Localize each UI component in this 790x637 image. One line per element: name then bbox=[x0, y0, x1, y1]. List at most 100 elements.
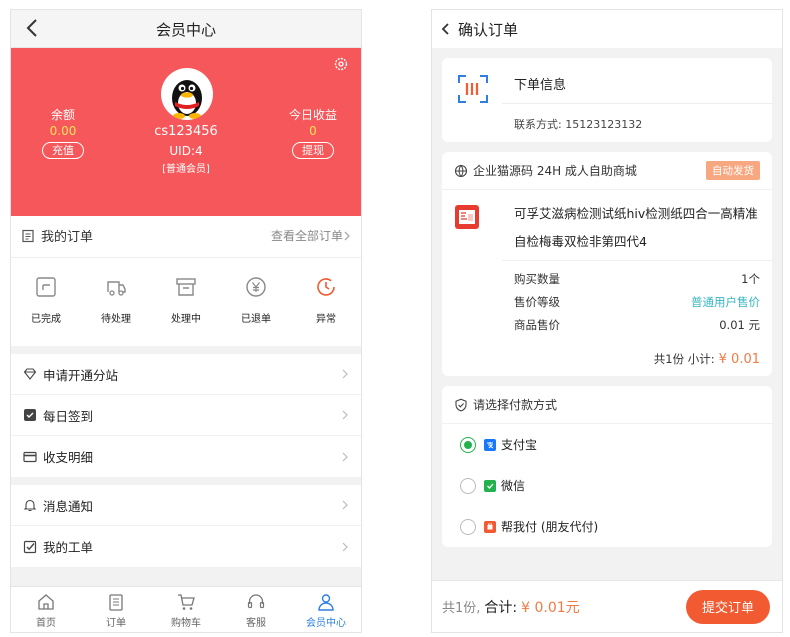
wechat-icon bbox=[484, 479, 496, 492]
home-icon bbox=[38, 594, 54, 610]
chevron-right-icon bbox=[342, 542, 348, 551]
menu-item-transactions[interactable]: 收支明细 bbox=[11, 436, 361, 477]
shop-name: 企业猫源码 24H 成人自助商城 bbox=[473, 164, 637, 178]
shop-header: 企业猫源码 24H 成人自助商城 自动发货 bbox=[442, 152, 772, 190]
payment-option-friend-pay[interactable]: 帮我付 (朋友代付) bbox=[442, 506, 772, 547]
bell-icon bbox=[23, 499, 37, 512]
cart-icon bbox=[178, 594, 195, 610]
orders-title: 我的订单 bbox=[41, 230, 94, 245]
product-name: 可孚艾滋病检测试纸hiv检测纸四合一高精准自检梅毒双检非第四代4 bbox=[514, 206, 758, 249]
friend-pay-icon bbox=[484, 520, 496, 533]
orders-icon bbox=[22, 229, 34, 242]
tab-label: 会员中心 bbox=[306, 618, 346, 629]
menu-item-my-tickets[interactable]: 我的工单 bbox=[11, 526, 361, 567]
radio-unselected[interactable] bbox=[460, 518, 476, 535]
avatar[interactable] bbox=[161, 68, 213, 120]
total-amount: ¥ 0.01元 bbox=[521, 599, 580, 616]
product-item[interactable]: 可孚艾滋病检测试纸hiv检测纸四合一高精准自检梅毒双检非第四代4 bbox=[442, 190, 772, 260]
view-all-orders-link[interactable]: 查看全部订单 bbox=[271, 227, 351, 244]
box-icon bbox=[176, 278, 196, 296]
penguin-avatar-icon bbox=[172, 80, 202, 119]
divider bbox=[502, 103, 772, 104]
detail-row-unit-price: 商品售价 0.01 元 bbox=[514, 313, 760, 336]
detail-label: 售价等级 bbox=[514, 294, 560, 309]
today-income-block: 今日收益 0 提现 bbox=[273, 106, 353, 159]
balance-block: 余额 0.00 充值 bbox=[23, 106, 103, 159]
view-all-orders-label: 查看全部订单 bbox=[270, 229, 343, 243]
today-income-label: 今日收益 bbox=[288, 108, 337, 122]
tab-home[interactable]: 首页 bbox=[11, 587, 81, 632]
bottom-tabbar: 首页 订单 购物车 客服 会员中心 bbox=[11, 586, 361, 632]
recharge-button[interactable]: 充值 bbox=[42, 142, 84, 159]
order-status-processing[interactable]: 处理中 bbox=[151, 258, 221, 346]
tab-label: 首页 bbox=[36, 618, 56, 629]
profile-hero: cs123456 UID:4 [普通会员] 余额 0.00 充值 今日收益 0 … bbox=[11, 48, 361, 216]
order-status-pending[interactable]: 待处理 bbox=[81, 258, 151, 346]
scan-icon bbox=[458, 75, 488, 103]
submit-order-button[interactable]: 提交订单 bbox=[686, 589, 770, 624]
tab-cart[interactable]: 购物车 bbox=[151, 587, 221, 632]
clock-icon bbox=[317, 278, 335, 296]
subtotal-price: ¥ 0.01 bbox=[718, 351, 760, 367]
order-status-label: 处理中 bbox=[171, 314, 201, 325]
member-center-screen: 会员中心 cs123456 UID:4 [普通会员] 余额 0.00 充值 今日… bbox=[10, 9, 362, 633]
balance-label: 余额 bbox=[50, 108, 75, 122]
tab-label: 购物车 bbox=[171, 618, 201, 629]
clipboard-icon bbox=[109, 594, 123, 611]
detail-value: 1个 bbox=[741, 271, 760, 286]
order-status-label: 待处理 bbox=[101, 314, 131, 325]
menu-item-daily-checkin[interactable]: 每日签到 bbox=[11, 395, 361, 436]
header-bar: 确认订单 bbox=[432, 10, 782, 48]
detail-label: 商品售价 bbox=[514, 317, 560, 332]
check-doc-icon bbox=[36, 277, 56, 297]
radio-unselected[interactable] bbox=[460, 477, 476, 494]
chevron-right-icon bbox=[344, 231, 350, 240]
gear-icon[interactable] bbox=[333, 56, 349, 72]
confirm-order-screen: 确认订单 下单信息 联系方式: 15123123132 企业猫源码 24H 成人… bbox=[431, 9, 783, 633]
page-title: 确认订单 bbox=[458, 20, 519, 39]
chevron-right-icon bbox=[342, 500, 348, 510]
menu-item-notifications[interactable]: 消息通知 bbox=[11, 485, 361, 526]
tab-member-center[interactable]: 会员中心 bbox=[291, 587, 361, 632]
contact-info: 联系方式: 15123123132 bbox=[514, 118, 643, 131]
item-count: 共1份, bbox=[442, 601, 481, 616]
subtotal-label: 共1份 小计: bbox=[653, 352, 715, 366]
alipay-icon bbox=[484, 438, 496, 451]
order-status-refunded[interactable]: 已退单 bbox=[221, 258, 291, 346]
product-thumbnail-icon bbox=[455, 205, 479, 229]
payment-option-label: 支付宝 bbox=[501, 438, 538, 452]
tab-orders[interactable]: 订单 bbox=[81, 587, 151, 632]
shop-card: 企业猫源码 24H 成人自助商城 自动发货 可孚艾滋病检测试纸hiv检测纸四合一… bbox=[442, 152, 772, 376]
diamond-icon bbox=[23, 368, 37, 380]
card-icon bbox=[23, 451, 37, 462]
withdraw-button[interactable]: 提现 bbox=[292, 142, 334, 159]
payment-card: 请选择付款方式 支付宝 微信 帮我付 (朋友代付) bbox=[442, 386, 772, 547]
payment-option-alipay[interactable]: 支付宝 bbox=[442, 424, 772, 465]
menu-item-label: 我的工单 bbox=[43, 540, 94, 555]
product-details: 购买数量 1个 售价等级 普通用户售价 商品售价 0.01 元 bbox=[502, 260, 772, 342]
detail-value: 普通用户售价 bbox=[691, 294, 760, 309]
payment-option-label: 帮我付 (朋友代付) bbox=[501, 520, 599, 534]
payment-option-label: 微信 bbox=[501, 479, 526, 493]
chevron-right-icon bbox=[342, 369, 348, 379]
auto-delivery-badge: 自动发货 bbox=[706, 161, 760, 180]
orders-header: 我的订单 查看全部订单 bbox=[11, 214, 361, 258]
payment-option-wechat[interactable]: 微信 bbox=[442, 465, 772, 506]
menu-item-label: 申请开通分站 bbox=[43, 367, 119, 383]
chevron-right-icon bbox=[342, 452, 348, 461]
member-level: [普通会员] bbox=[162, 164, 210, 175]
payment-header: 请选择付款方式 bbox=[442, 386, 772, 424]
headset-icon bbox=[247, 594, 265, 609]
back-icon[interactable] bbox=[440, 21, 452, 37]
radio-selected[interactable] bbox=[460, 436, 476, 453]
shield-check-icon bbox=[455, 398, 467, 411]
payment-title: 请选择付款方式 bbox=[473, 398, 558, 412]
checkbox-icon bbox=[24, 409, 36, 421]
menu-item-apply-substation[interactable]: 申请开通分站 bbox=[11, 354, 361, 395]
order-status-exception[interactable]: 异常 bbox=[291, 258, 361, 346]
tab-service[interactable]: 客服 bbox=[221, 587, 291, 632]
detail-value: 0.01 元 bbox=[719, 317, 760, 332]
tab-label: 客服 bbox=[246, 618, 266, 629]
order-status-row: 已完成 待处理 处理中 已退单 异常 bbox=[11, 258, 361, 346]
order-status-completed[interactable]: 已完成 bbox=[11, 258, 81, 346]
